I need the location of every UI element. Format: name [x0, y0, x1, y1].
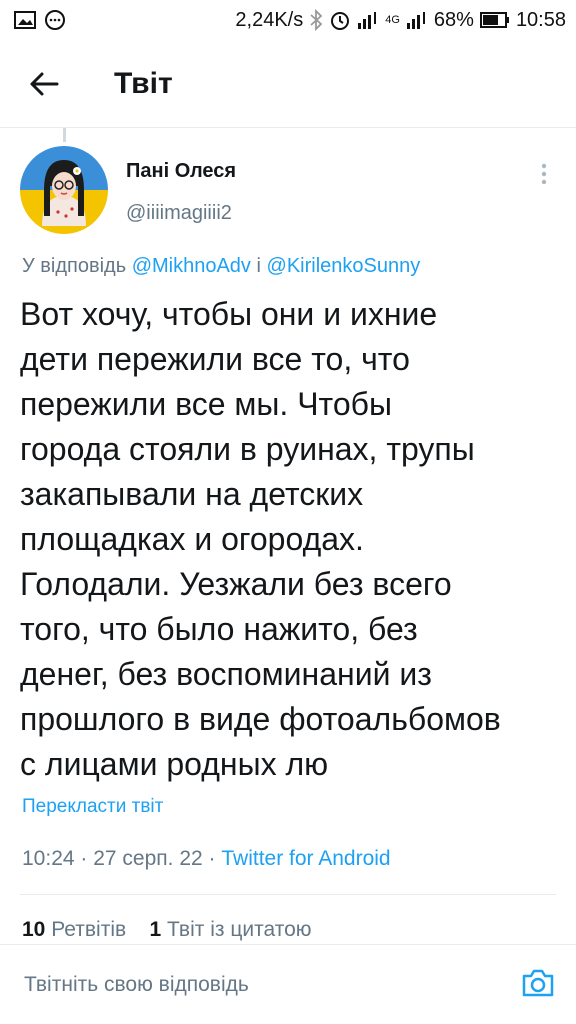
chat-notification-icon [44, 9, 66, 31]
tweet-metadata: 10:24 · 27 серп. 22 · Twitter for Androi… [22, 847, 391, 871]
status-right: 2,24K/s 4G 68% 10:58 [235, 9, 566, 32]
clock: 10:58 [515, 8, 566, 31]
camera-button[interactable] [518, 963, 558, 1003]
retweets-stat[interactable]: 10 Ретвітів [22, 918, 126, 941]
signal-icon [357, 10, 379, 30]
thread-connector-line [63, 128, 66, 142]
divider [20, 894, 556, 895]
separator-dot: · [208, 847, 222, 870]
reply-mention-link[interactable]: @KirilenkoSunny [267, 255, 421, 277]
reply-conjunction: і [256, 255, 261, 277]
tweet-time: 10:24 [22, 847, 75, 870]
quotes-stat[interactable]: 1 Твіт із цитатою [150, 918, 312, 941]
status-bar: 2,24K/s 4G 68% 10:58 [0, 0, 576, 40]
reply-context: У відповідь @MikhnoAdv і @KirilenkoSunny [22, 255, 420, 278]
quotes-label: Твіт із цитатою [167, 918, 312, 941]
gallery-notification-icon [14, 10, 36, 30]
tweet-date: 27 серп. 22 [93, 847, 203, 870]
battery-icon [479, 12, 510, 28]
bluetooth-icon [309, 9, 323, 31]
author-handle[interactable]: @iiiimagiiii2 [126, 202, 232, 225]
author-name[interactable]: Пані Олеся [126, 160, 236, 183]
retweets-count: 10 [22, 918, 46, 941]
translate-tweet-link[interactable]: Перекласти твіт [22, 796, 163, 818]
more-vertical-icon [541, 163, 547, 185]
avatar[interactable] [20, 146, 108, 234]
network-speed: 2,24K/s [235, 8, 304, 31]
signal-icon-2 [406, 10, 428, 30]
back-button[interactable] [18, 58, 70, 110]
engagement-stats: 10 Ретвітів 1 Твіт із цитатою [22, 918, 312, 942]
reply-prefix: У відповідь [22, 255, 127, 277]
battery-percent: 68% [433, 8, 474, 31]
retweets-label: Ретвітів [51, 918, 127, 941]
reply-composer-bar: Твітніть свою відповідь [0, 944, 576, 1024]
alarm-icon [329, 9, 351, 31]
quotes-count: 1 [149, 918, 162, 941]
reply-input[interactable]: Твітніть свою відповідь [24, 973, 249, 997]
tweet-client-link[interactable]: Twitter for Android [221, 847, 390, 870]
status-left [14, 9, 66, 31]
network-type: 4G [385, 14, 400, 26]
arrow-left-icon [30, 72, 59, 95]
separator-dot: · [80, 847, 94, 870]
reply-mention-link[interactable]: @MikhnoAdv [132, 255, 251, 277]
camera-icon [522, 969, 554, 997]
page-title: Твіт [114, 66, 173, 100]
more-options-button[interactable] [530, 160, 558, 188]
tweet-text: Вот хочу, чтобы они и ихние дети пережил… [20, 296, 501, 782]
top-app-bar: Твіт [0, 40, 576, 128]
